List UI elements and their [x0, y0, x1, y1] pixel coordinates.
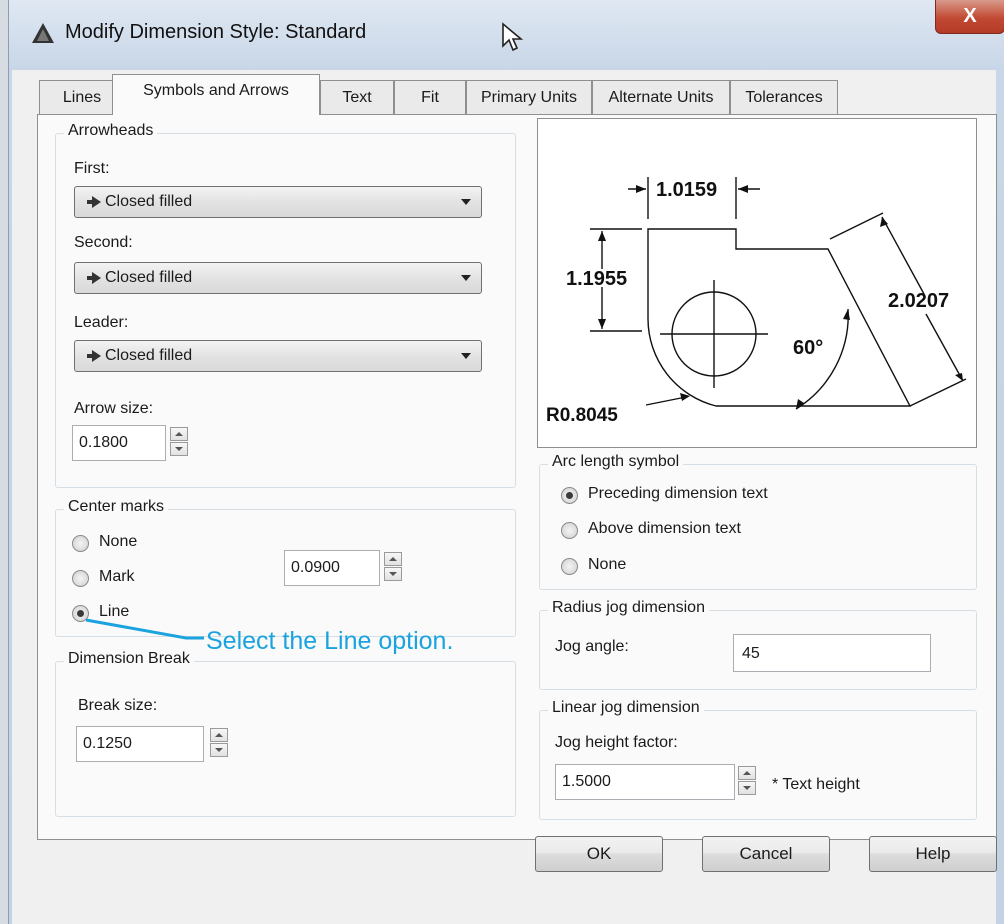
cancel-button[interactable]: Cancel	[702, 836, 830, 872]
closed-filled-arrow-icon	[87, 272, 101, 284]
jog-height-input[interactable]: 1.5000	[555, 764, 735, 800]
dim-left-text: 1.1955	[566, 268, 627, 290]
chevron-down-icon	[461, 199, 471, 205]
leader-arrow-select[interactable]: Closed filled	[74, 340, 482, 372]
spin-up-icon[interactable]	[210, 728, 228, 742]
tab-primary-units[interactable]: Primary Units	[466, 80, 592, 114]
arrow-size-label: Arrow size:	[74, 400, 154, 417]
spin-down-icon[interactable]	[210, 743, 228, 757]
part-outline	[647, 228, 912, 407]
radio-label: Mark	[99, 568, 135, 585]
preview-pane: 1.0159 1.1955 2.0207 60° R0.8045	[537, 118, 977, 448]
close-button[interactable]: X	[935, 0, 1004, 34]
linear-jog-legend: Linear jog dimension	[548, 699, 704, 717]
radio-selected-icon	[72, 605, 89, 622]
second-arrow-select[interactable]: Closed filled	[74, 262, 482, 294]
second-arrow-value: Closed filled	[105, 269, 193, 286]
break-size-spinner[interactable]: 0.1250	[76, 726, 236, 762]
first-arrow-select[interactable]: Closed filled	[74, 186, 482, 218]
spin-down-icon[interactable]	[384, 567, 402, 581]
radius-text: R0.8045	[546, 405, 618, 426]
spin-up-icon[interactable]	[738, 766, 756, 780]
dimension-break-legend: Dimension Break	[64, 650, 194, 668]
arrow-size-input[interactable]: 0.1800	[72, 425, 166, 461]
radio-icon	[561, 558, 578, 575]
closed-filled-arrow-icon	[87, 196, 101, 208]
break-size-label: Break size:	[78, 697, 158, 714]
center-mark-size-spinner[interactable]: 0.0900	[284, 550, 414, 586]
center-mark-size-input[interactable]: 0.0900	[284, 550, 380, 586]
spin-down-icon[interactable]	[738, 781, 756, 795]
radius-jog-legend: Radius jog dimension	[548, 599, 709, 617]
spin-up-icon[interactable]	[170, 427, 188, 441]
radio-icon	[72, 570, 89, 587]
closed-filled-arrow-icon	[87, 350, 101, 362]
text-height-suffix: * Text height	[772, 776, 860, 793]
radio-label: Preceding dimension text	[588, 485, 768, 502]
radio-label: Line	[99, 603, 130, 620]
preview-drawing: 1.0159 1.1955 2.0207 60° R0.8045	[546, 177, 967, 426]
leader-arrow-value: Closed filled	[105, 347, 193, 364]
dim-top-text: 1.0159	[656, 179, 717, 201]
radio-label: None	[588, 556, 627, 573]
chevron-down-icon	[461, 353, 471, 359]
tab-fit[interactable]: Fit	[394, 80, 466, 114]
center-marks-legend: Center marks	[64, 498, 169, 516]
radio-icon	[72, 535, 89, 552]
arc-length-legend: Arc length symbol	[548, 453, 684, 471]
window-title: Modify Dimension Style: Standard	[65, 21, 367, 43]
callout-annotation: Select the Line option.	[206, 627, 454, 655]
spin-down-icon[interactable]	[170, 442, 188, 456]
jog-height-label: Jog height factor:	[555, 734, 678, 751]
jog-angle-label: Jog angle:	[555, 638, 629, 655]
tab-alternate-units[interactable]: Alternate Units	[592, 80, 730, 114]
radio-icon	[561, 522, 578, 539]
app-icon	[32, 23, 54, 43]
leader-arrow-label: Leader:	[74, 314, 129, 331]
jog-height-spinner[interactable]: 1.5000	[555, 764, 765, 800]
break-size-input[interactable]: 0.1250	[76, 726, 204, 762]
ok-button[interactable]: OK	[535, 836, 663, 872]
first-arrow-value: Closed filled	[105, 193, 193, 210]
second-arrow-label: Second:	[74, 234, 133, 251]
radio-label: Above dimension text	[588, 520, 741, 537]
radio-label: None	[99, 533, 138, 550]
chevron-down-icon	[461, 275, 471, 281]
close-icon: X	[963, 5, 977, 27]
spin-up-icon[interactable]	[384, 552, 402, 566]
arrowheads-legend: Arrowheads	[64, 122, 158, 140]
angle-text: 60°	[793, 337, 823, 359]
dim-right-text: 2.0207	[888, 290, 949, 312]
mouse-cursor-icon	[502, 22, 524, 52]
arrow-size-spinner[interactable]: 0.1800	[72, 425, 196, 461]
tab-text[interactable]: Text	[320, 80, 394, 114]
first-arrow-label: First:	[74, 160, 110, 177]
help-button[interactable]: Help	[869, 836, 997, 872]
title-bar: Modify Dimension Style: Standard X	[9, 0, 1004, 70]
radio-selected-icon	[561, 487, 578, 504]
jog-angle-input[interactable]: 45	[733, 634, 931, 672]
tab-symbols-and-arrows[interactable]: Symbols and Arrows	[112, 74, 320, 115]
tab-tolerances[interactable]: Tolerances	[730, 80, 838, 114]
